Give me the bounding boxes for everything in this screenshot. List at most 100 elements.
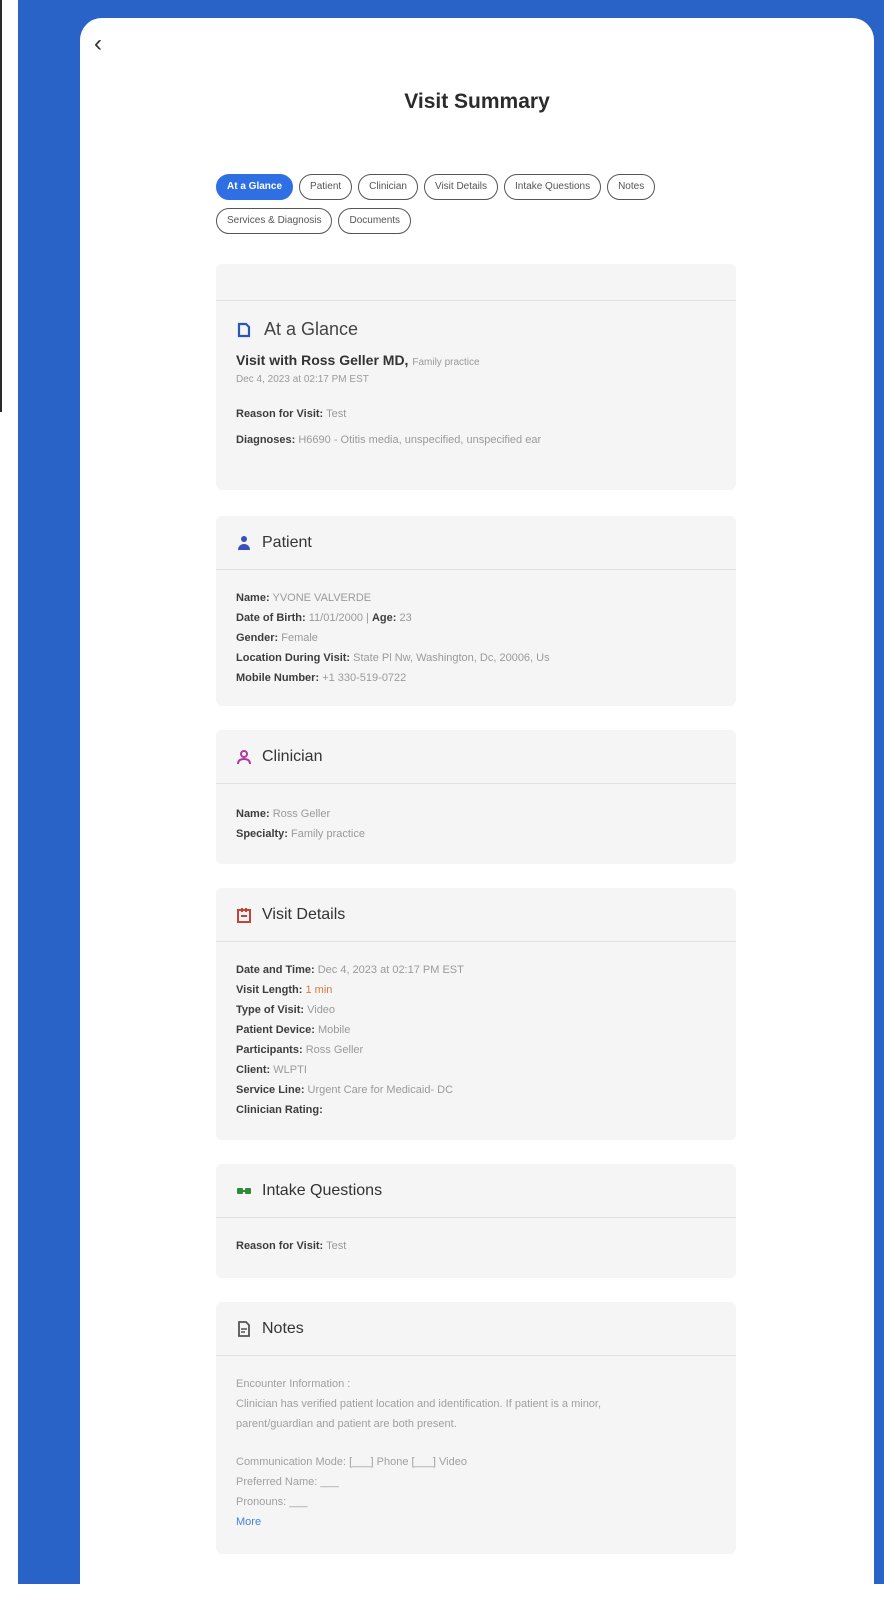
field-value: Dec 4, 2023 at 02:17 PM EST <box>317 964 464 976</box>
glance-details: Reason for Visit: Test Diagnoses: H6690 … <box>216 385 736 471</box>
detail-row: Participants: Ross Geller <box>236 1040 716 1060</box>
visit-specialty: Family practice <box>412 357 480 368</box>
tab-at-a-glance[interactable]: At a Glance <box>216 174 294 200</box>
tab-patient[interactable]: Patient <box>299 174 353 200</box>
field-value: Test <box>326 1240 347 1252</box>
notes-line: Clinician has verified patient location … <box>236 1398 602 1410</box>
field-label: Type of Visit: <box>236 1004 305 1016</box>
card-title: Patient <box>262 533 312 551</box>
card-header: Intake Questions <box>216 1164 736 1218</box>
field-label: Service Line: <box>236 1084 305 1096</box>
field-value: WLPTI <box>273 1064 307 1076</box>
detail-row: Clinician Rating: <box>236 1100 716 1120</box>
gutter-line <box>0 0 2 412</box>
field-label: Mobile Number: <box>236 672 320 684</box>
intake-details: Reason for Visit: Test <box>216 1218 736 1270</box>
field-label: Specialty: <box>236 828 288 840</box>
notes-line: parent/guardian and patient are both pre… <box>236 1418 457 1430</box>
field-label: Visit Length: <box>236 984 303 996</box>
separator: | <box>366 612 369 624</box>
clinician-specialty-row: Specialty: Family practice <box>236 824 716 844</box>
note-icon <box>236 1320 252 1337</box>
visit-datetime: Dec 4, 2023 at 02:17 PM EST <box>236 374 369 385</box>
section-tabs: At a Glance Patient Clinician Visit Deta… <box>216 174 736 234</box>
visit-details-card: Visit Details Date and Time: Dec 4, 2023… <box>216 888 736 1140</box>
left-gutter <box>0 0 18 1584</box>
detail-row: Service Line: Urgent Care for Medicaid- … <box>236 1080 716 1100</box>
field-value: Urgent Care for Medicaid- DC <box>307 1084 454 1096</box>
patient-icon <box>236 535 252 551</box>
diagnoses-row: Diagnoses: H6690 - Otitis media, unspeci… <box>236 427 716 453</box>
card-header: Notes <box>216 1302 736 1356</box>
visit-with-text: Visit with Ross Geller MD, <box>236 352 409 368</box>
more-link[interactable]: More <box>236 1512 716 1532</box>
card-title: At a Glance <box>264 319 359 339</box>
visit-with-line: Visit with Ross Geller MD, Family practi… <box>216 340 736 368</box>
intake-questions-card: Intake Questions Reason for Visit: Test <box>216 1164 736 1278</box>
at-a-glance-card: At a Glance Visit with Ross Geller MD, F… <box>216 264 736 490</box>
notes-line: Communication Mode: [___] Phone [___] Vi… <box>236 1456 467 1468</box>
clinician-icon <box>236 749 252 765</box>
detail-row: Type of Visit: Video <box>236 1000 716 1020</box>
field-value: YVONE VALVERDE <box>272 592 372 604</box>
patient-dob-row: Date of Birth: 11/01/2000 | Age: 23 <box>236 608 716 628</box>
field-value: 1 min <box>305 984 333 996</box>
reason-row: Reason for Visit: Test <box>236 401 716 427</box>
detail-row: Visit Length: 1 min <box>236 980 716 1000</box>
card-header: Patient <box>216 516 736 570</box>
tab-services-diagnosis[interactable]: Services & Diagnosis <box>216 208 333 234</box>
patient-mobile-row: Mobile Number: +1 330-519-0722 <box>236 668 716 688</box>
tab-visit-details[interactable]: Visit Details <box>423 174 499 200</box>
card-header: Visit Details <box>216 888 736 942</box>
tab-documents[interactable]: Documents <box>338 208 412 234</box>
tab-notes[interactable]: Notes <box>607 174 656 200</box>
card-title: Intake Questions <box>262 1181 383 1199</box>
field-value: Ross Geller <box>305 1044 364 1056</box>
card-header: Clinician <box>216 730 736 784</box>
card-header: At a Glance <box>216 301 736 340</box>
clinician-card: Clinician Name: Ross Geller Specialty: F… <box>216 730 736 864</box>
patient-location-row: Location During Visit: State Pl Nw, Wash… <box>236 648 716 668</box>
notes-card: Notes Encounter Information : Clinician … <box>216 1302 736 1554</box>
field-label: Name: <box>236 592 270 604</box>
field-label: Clinician Rating: <box>236 1104 323 1116</box>
patient-name-row: Name: YVONE VALVERDE <box>236 588 716 608</box>
detail-row: Client: WLPTI <box>236 1060 716 1080</box>
field-value: 23 <box>399 612 412 624</box>
notes-line: Encounter Information : <box>236 1378 351 1390</box>
reason-label: Reason for Visit: <box>236 408 324 420</box>
field-value: Mobile <box>317 1024 351 1036</box>
calendar-icon <box>236 907 252 923</box>
field-value: State Pl Nw, Washington, Dc, 20006, Us <box>353 652 550 664</box>
card-title: Notes <box>262 1319 304 1337</box>
visit-details-list: Date and Time: Dec 4, 2023 at 02:17 PM E… <box>216 942 736 1134</box>
diagnoses-label: Diagnoses: <box>236 434 296 446</box>
notes-line: Preferred Name: ___ <box>236 1476 339 1488</box>
field-label: Participants: <box>236 1044 303 1056</box>
field-label: Name: <box>236 808 270 820</box>
diagnoses-value: H6690 - Otitis media, unspecified, unspe… <box>298 434 542 446</box>
field-label: Date and Time: <box>236 964 315 976</box>
card-title: Visit Details <box>262 905 346 923</box>
field-label: Location During Visit: <box>236 652 351 664</box>
field-label: Age: <box>371 612 397 624</box>
notes-content: Encounter Information : Clinician has ve… <box>216 1356 736 1550</box>
field-value: Family practice <box>291 828 365 840</box>
tab-clinician[interactable]: Clinician <box>358 174 418 200</box>
detail-row: Date and Time: Dec 4, 2023 at 02:17 PM E… <box>236 960 716 980</box>
tab-intake-questions[interactable]: Intake Questions <box>504 174 602 200</box>
clinician-name-row: Name: Ross Geller <box>236 804 716 824</box>
card-title: Clinician <box>262 747 323 765</box>
chevron-left-icon: ‹ <box>94 30 102 57</box>
field-label: Reason for Visit: <box>236 1240 324 1252</box>
card-divider <box>216 264 736 301</box>
patient-gender-row: Gender: Female <box>236 628 716 648</box>
back-button[interactable]: ‹ <box>94 30 102 58</box>
detail-row: Patient Device: Mobile <box>236 1020 716 1040</box>
page-title: Visit Summary <box>404 90 550 113</box>
reason-value: Test <box>326 408 347 420</box>
field-value: Ross Geller <box>272 808 331 820</box>
field-label: Date of Birth: <box>236 612 306 624</box>
field-label: Client: <box>236 1064 271 1076</box>
field-value: +1 330-519-0722 <box>322 672 407 684</box>
